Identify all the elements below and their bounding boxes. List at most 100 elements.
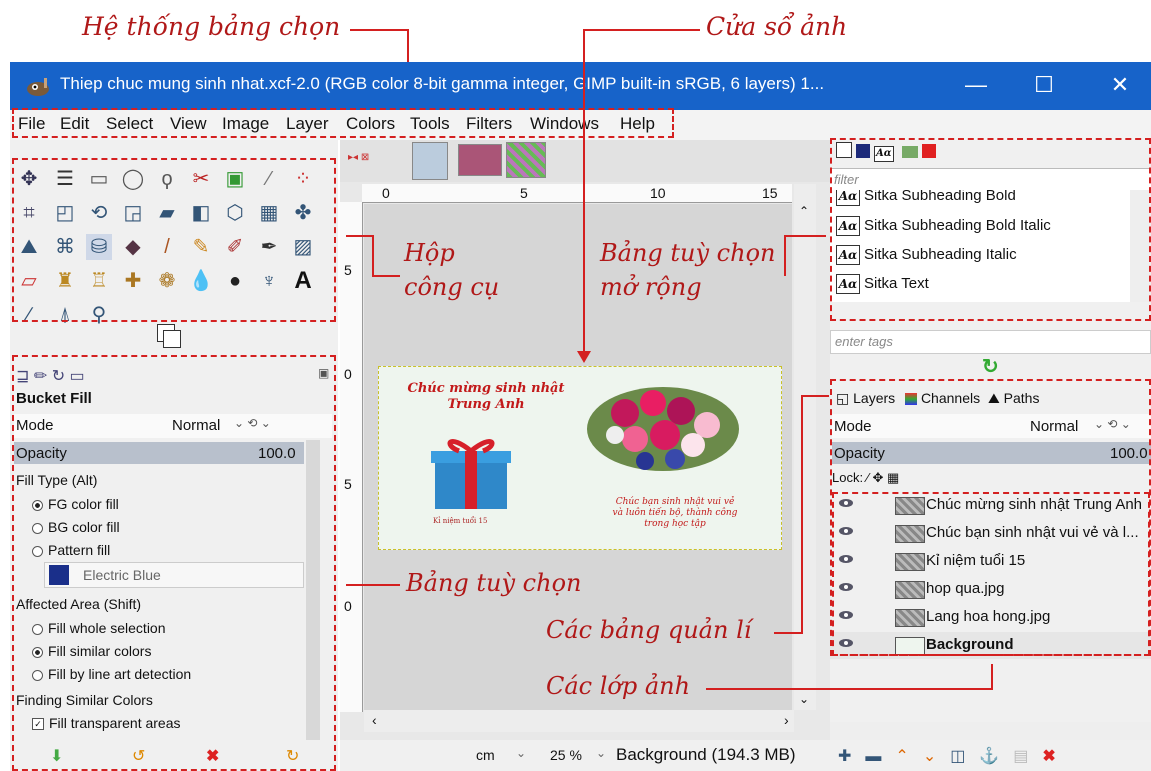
layer-mode-row[interactable]: Mode Normal ⌄ ⟲ ⌄ <box>832 414 1151 438</box>
scissors-icon[interactable]: ✂ <box>188 166 214 192</box>
image-tab-2[interactable] <box>458 144 502 176</box>
scroll-right-icon[interactable]: › <box>784 712 789 728</box>
font-item[interactable]: Aα Sitka Subheading Italic <box>836 245 1017 265</box>
bg-fill-radio[interactable]: BG color fill <box>32 519 120 535</box>
menu-filters[interactable]: Filters <box>466 114 512 134</box>
fill-similar-colors-radio[interactable]: Fill similar colors <box>32 643 151 659</box>
visibility-eye-icon[interactable] <box>838 498 854 508</box>
layer-row[interactable]: Chúc mừng sinh nhật Trung Anh <box>830 492 1151 519</box>
paintbrush-icon[interactable]: / <box>154 234 180 260</box>
select-by-color-icon[interactable]: ⁘ <box>290 166 316 192</box>
free-select-icon[interactable]: ϙ <box>154 166 180 192</box>
flip-icon[interactable]: ◧ <box>188 200 214 226</box>
gradient-icon[interactable]: ◆ <box>120 234 146 260</box>
layer-mode-value[interactable]: Normal <box>1030 418 1078 435</box>
layers-scrollbar[interactable] <box>830 722 1151 740</box>
visibility-eye-icon[interactable] <box>838 582 854 592</box>
text-tool-icon[interactable]: A <box>290 268 316 294</box>
visibility-eye-icon[interactable] <box>838 610 854 620</box>
cage-icon[interactable]: ▦ <box>256 200 282 226</box>
rect-select-icon[interactable]: ▭ <box>86 166 112 192</box>
warp-icon[interactable]: ✤ <box>290 200 316 226</box>
layer-mode-dropdown-icon[interactable]: ⌄ ⟲ ⌄ <box>1094 417 1131 431</box>
opacity-slider[interactable]: Opacity 100.0 <box>14 442 304 464</box>
3d-transform-icon[interactable]: ⌘ <box>52 234 78 260</box>
menu-image[interactable]: Image <box>222 114 269 134</box>
font-filter-input[interactable]: filter <box>830 168 1151 192</box>
new-layer-icon[interactable]: ✚ <box>838 748 865 765</box>
ellipse-select-icon[interactable]: ◯ <box>120 166 146 192</box>
zoom-dropdown-icon[interactable]: ⌄ <box>596 746 606 760</box>
restore-options-icon[interactable]: ↺ <box>132 746 145 766</box>
scroll-left-icon[interactable]: ‹ <box>372 712 377 728</box>
move-tool-icon[interactable]: ✥ <box>16 166 42 192</box>
tab-channels[interactable]: Channels <box>905 390 980 406</box>
airbrush-icon[interactable]: ✐ <box>222 234 248 260</box>
visibility-eye-icon[interactable] <box>838 526 854 536</box>
align-tool-icon[interactable]: ☰ <box>52 166 78 192</box>
save-options-icon[interactable]: ⬇ <box>50 746 63 766</box>
tab-paths[interactable]: ⛰ Paths <box>988 390 1039 406</box>
opacity-value[interactable]: 100.0 <box>258 445 296 462</box>
eraser-icon[interactable]: ▱ <box>16 268 42 294</box>
font-item[interactable]: Aα Sitka Text <box>836 274 929 294</box>
font-item[interactable]: Aα Sitka Subheading Bold Italic <box>836 216 1051 236</box>
perspective-clone-icon[interactable]: ✚ <box>120 268 146 294</box>
lower-layer-icon[interactable]: ⌄ <box>923 748 950 765</box>
menu-tools[interactable]: Tools <box>410 114 450 134</box>
color-picker-icon[interactable]: ∕ <box>16 302 42 328</box>
mode-value[interactable]: Normal <box>172 417 220 434</box>
fg-fill-radio[interactable]: FG color fill <box>32 496 119 512</box>
options-scrollbar[interactable] <box>306 440 320 740</box>
delete-options-icon[interactable]: ✖ <box>206 746 219 766</box>
menu-select[interactable]: Select <box>106 114 153 134</box>
mode-dropdown-icon[interactable]: ⌄ ⟲ ⌄ <box>234 416 271 430</box>
font-list-scrollbar[interactable] <box>1130 190 1151 302</box>
visibility-eye-icon[interactable] <box>838 638 854 648</box>
duplicate-layer-icon[interactable]: ◫ <box>950 748 979 765</box>
new-group-icon[interactable]: ▬ <box>865 748 895 765</box>
lock-icons[interactable]: ⁄ ✥ ▦ <box>867 470 900 485</box>
foreground-select-icon[interactable]: ▣ <box>222 166 248 192</box>
close-button[interactable]: ✕ <box>1100 70 1140 100</box>
layer-opacity-slider[interactable]: Opacity 100.0 <box>832 442 1151 464</box>
tool-options-tab-icons[interactable]: ⊒ ✏ ↻ ▭ <box>16 366 85 386</box>
zoom-icon[interactable]: ⚲ <box>86 302 112 328</box>
fill-line-art-radio[interactable]: Fill by line art detection <box>32 666 191 682</box>
menu-windows[interactable]: Windows <box>530 114 599 134</box>
unit-select[interactable]: cm <box>476 747 495 763</box>
layer-row[interactable]: hop qua.jpg <box>830 576 1151 603</box>
crop-icon[interactable]: ⌗ <box>16 200 42 226</box>
fill-transparent-checkbox[interactable]: ✓ Fill transparent areas <box>32 715 181 731</box>
mode-row[interactable]: Mode Normal ⌄ ⟲ ⌄ <box>14 414 332 438</box>
font-item[interactable]: Aα Sitka Subheading Bold <box>836 190 1016 206</box>
mypaint-icon[interactable]: ▨ <box>290 234 316 260</box>
ink-icon[interactable]: ✒ <box>256 234 282 260</box>
layer-row[interactable]: Kỉ niệm tuổi 15 <box>830 548 1151 575</box>
foreground-color-swatch[interactable] <box>163 330 181 348</box>
horizontal-scrollbar[interactable]: ‹ › <box>364 710 794 732</box>
dodge-burn-icon[interactable]: ● <box>222 268 248 294</box>
heal-icon[interactable]: ♖ <box>86 268 112 294</box>
perspective-icon[interactable]: ⬡ <box>222 200 248 226</box>
refresh-fonts-icon[interactable]: ↻ <box>982 354 999 379</box>
zoom-select[interactable]: 25 % <box>550 747 582 763</box>
layer-row-selected[interactable]: Background <box>830 632 1151 659</box>
scale-icon[interactable]: ◲ <box>120 200 146 226</box>
clone-icon[interactable]: ♜ <box>52 268 78 294</box>
minimize-button[interactable]: — <box>956 70 996 100</box>
menu-help[interactable]: Help <box>620 114 655 134</box>
maximize-button[interactable]: ☐ <box>1024 70 1064 100</box>
visibility-eye-icon[interactable] <box>838 554 854 564</box>
delete-layer-icon[interactable]: ✖ <box>1042 748 1069 765</box>
fill-whole-selection-radio[interactable]: Fill whole selection <box>32 620 166 636</box>
anchor-layer-icon[interactable]: ⚓ <box>979 748 1013 765</box>
menu-view[interactable]: View <box>170 114 207 134</box>
shear-icon[interactable]: ▰ <box>154 200 180 226</box>
fuzzy-select-icon[interactable]: ⁄ <box>256 166 282 192</box>
menu-edit[interactable]: Edit <box>60 114 89 134</box>
unified-transform-icon[interactable]: ◰ <box>52 200 78 226</box>
pattern-fill-radio[interactable]: Pattern fill <box>32 542 110 558</box>
tab-layers[interactable]: ◱ Layers <box>836 390 895 406</box>
unit-dropdown-icon[interactable]: ⌄ <box>516 746 526 760</box>
